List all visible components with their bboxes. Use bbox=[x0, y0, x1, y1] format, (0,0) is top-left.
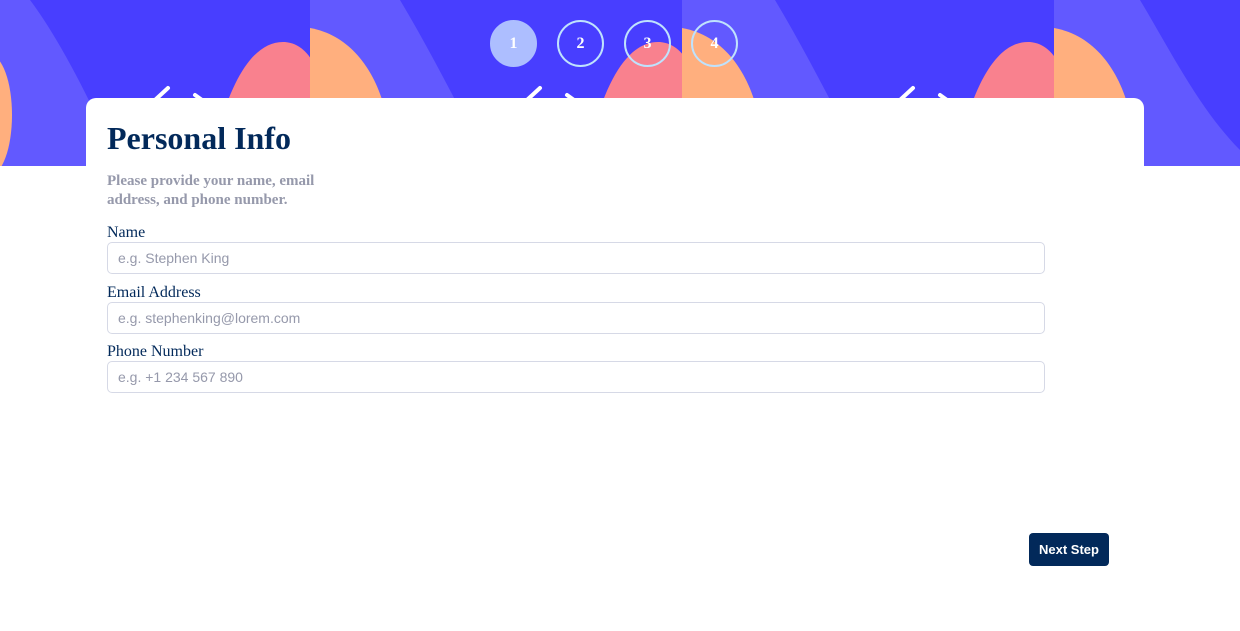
step-2-button[interactable]: 2 bbox=[557, 20, 604, 67]
name-label: Name bbox=[107, 224, 146, 241]
step-indicator: 1 2 3 4 bbox=[490, 20, 738, 67]
page-subtitle: Please provide your name, email address,… bbox=[107, 173, 315, 208]
phone-label: Phone Number bbox=[107, 343, 204, 360]
email-field-group: Email Address bbox=[107, 284, 1045, 334]
name-field-group: Name bbox=[107, 224, 1045, 274]
page-title: Personal Info bbox=[107, 120, 291, 156]
email-label: Email Address bbox=[107, 284, 201, 301]
phone-field-group: Phone Number bbox=[107, 343, 1045, 393]
form-card: Personal Info Please provide your name, … bbox=[86, 98, 1144, 631]
phone-input[interactable] bbox=[107, 361, 1045, 393]
step-4-button[interactable]: 4 bbox=[691, 20, 738, 67]
email-input[interactable] bbox=[107, 302, 1045, 334]
step-3-button[interactable]: 3 bbox=[624, 20, 671, 67]
next-step-button[interactable]: Next Step bbox=[1029, 533, 1109, 566]
step-1-button[interactable]: 1 bbox=[490, 20, 537, 67]
name-input[interactable] bbox=[107, 242, 1045, 274]
